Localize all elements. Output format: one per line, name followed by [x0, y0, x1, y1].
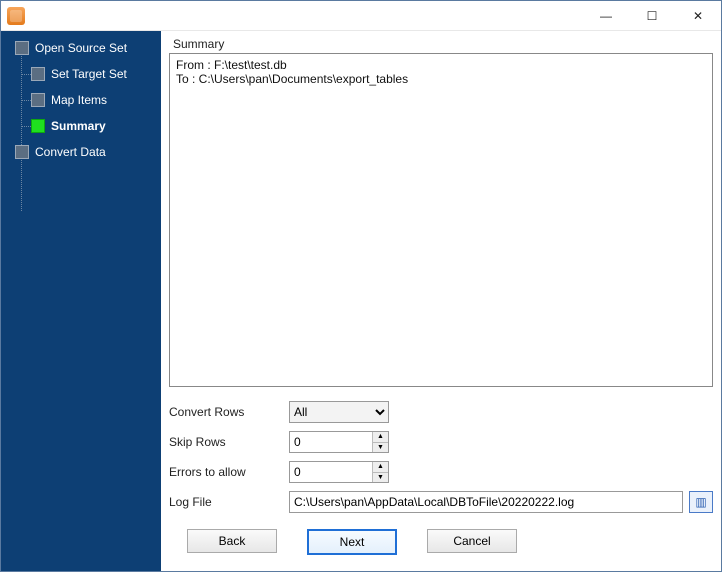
step-label: Summary [51, 119, 106, 133]
back-button[interactable]: Back [187, 529, 277, 553]
step-marker-icon [31, 93, 45, 107]
step-summary[interactable]: Summary [1, 119, 161, 133]
spinner-up-icon[interactable]: ▲ [373, 462, 388, 473]
log-file-label: Log File [169, 495, 289, 509]
errors-to-allow-label: Errors to allow [169, 465, 289, 479]
skip-rows-spinner[interactable]: ▲ ▼ [289, 431, 389, 453]
main-panel: Summary From : F:\test\test.db To : C:\U… [161, 31, 721, 571]
cancel-button[interactable]: Cancel [427, 529, 517, 553]
browse-icon: ▥ [695, 495, 706, 509]
wizard-sidebar: Open Source Set Set Target Set Map Items… [1, 31, 161, 571]
spinner-down-icon[interactable]: ▼ [373, 473, 388, 483]
skip-rows-input[interactable] [290, 432, 372, 452]
errors-to-allow-input[interactable] [290, 462, 372, 482]
summary-from-line: From : F:\test\test.db [176, 58, 287, 72]
title-bar: — ☐ ✕ [1, 1, 721, 31]
step-marker-icon [31, 67, 45, 81]
step-label: Set Target Set [51, 67, 127, 81]
step-marker-icon [15, 145, 29, 159]
convert-rows-select[interactable]: All [289, 401, 389, 423]
step-label: Open Source Set [35, 41, 127, 55]
step-map-items[interactable]: Map Items [1, 93, 161, 107]
step-marker-icon [31, 119, 45, 133]
step-set-target-set[interactable]: Set Target Set [1, 67, 161, 81]
log-file-browse-button[interactable]: ▥ [689, 491, 713, 513]
next-button[interactable]: Next [307, 529, 397, 555]
spinner-down-icon[interactable]: ▼ [373, 443, 388, 453]
skip-rows-label: Skip Rows [169, 435, 289, 449]
app-window: — ☐ ✕ Open Source Set Set Target Set Map… [0, 0, 722, 572]
log-file-input[interactable] [289, 491, 683, 513]
wizard-button-row: Back Next Cancel [169, 517, 713, 563]
summary-heading: Summary [173, 37, 709, 51]
spinner-up-icon[interactable]: ▲ [373, 432, 388, 443]
window-controls: — ☐ ✕ [583, 1, 721, 30]
app-icon [7, 7, 25, 25]
summary-to-line: To : C:\Users\pan\Documents\export_table… [176, 72, 408, 86]
minimize-button[interactable]: — [583, 1, 629, 30]
errors-to-allow-spinner[interactable]: ▲ ▼ [289, 461, 389, 483]
step-marker-icon [15, 41, 29, 55]
convert-rows-label: Convert Rows [169, 405, 289, 419]
summary-text-area[interactable]: From : F:\test\test.db To : C:\Users\pan… [169, 53, 713, 387]
maximize-button[interactable]: ☐ [629, 1, 675, 30]
step-open-source-set[interactable]: Open Source Set [1, 41, 161, 55]
close-button[interactable]: ✕ [675, 1, 721, 30]
step-label: Map Items [51, 93, 107, 107]
step-label: Convert Data [35, 145, 106, 159]
step-convert-data[interactable]: Convert Data [1, 145, 161, 159]
